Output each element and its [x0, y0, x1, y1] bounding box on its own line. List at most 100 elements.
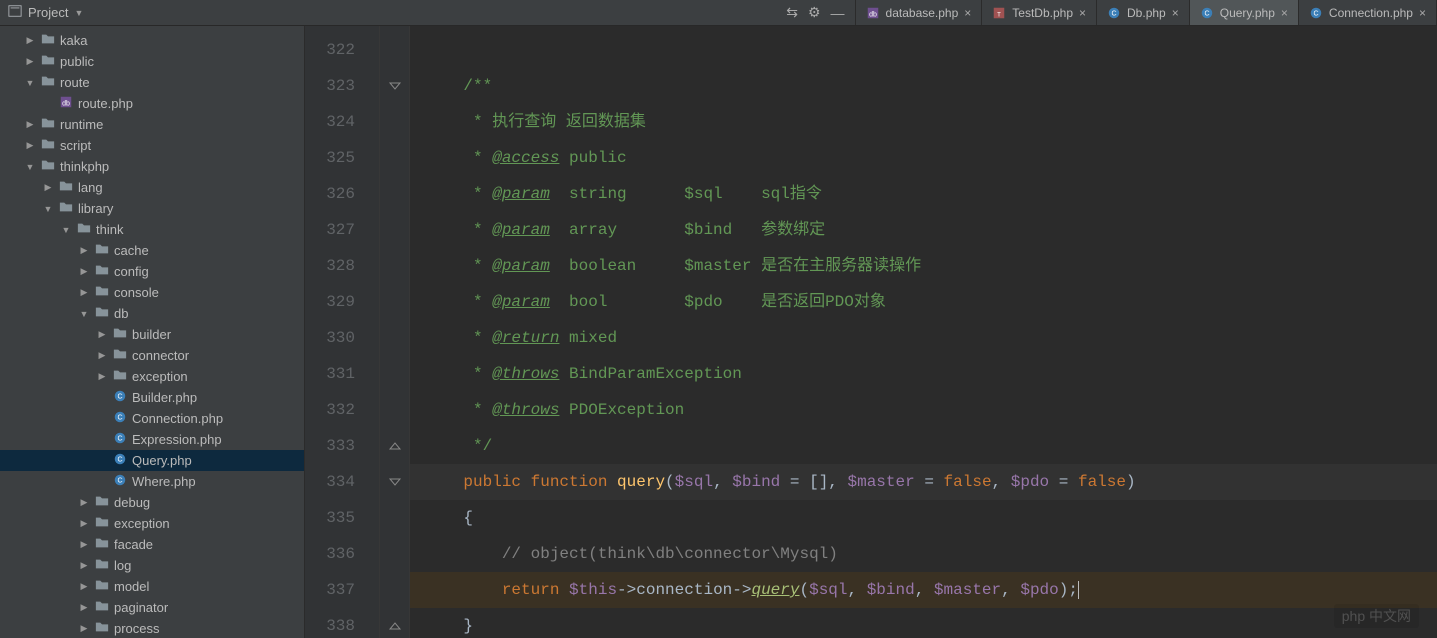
tree-folder[interactable]: ▶exception	[0, 366, 304, 387]
expand-arrow-icon[interactable]: ▶	[78, 623, 90, 634]
expand-arrow-icon[interactable]: ▶	[42, 182, 54, 193]
code-line[interactable]: * @access public	[410, 140, 1437, 176]
folder-icon	[94, 557, 110, 574]
code-line[interactable]: * @return mixed	[410, 320, 1437, 356]
tree-folder[interactable]: ▼think	[0, 219, 304, 240]
code-line[interactable]: // object(think\db\connector\Mysql)	[410, 536, 1437, 572]
code-line[interactable]: {	[410, 500, 1437, 536]
folder-icon	[94, 536, 110, 553]
code-line[interactable]: * @param array $bind 参数绑定	[410, 212, 1437, 248]
tree-folder[interactable]: ▶builder	[0, 324, 304, 345]
code-line[interactable]: */	[410, 428, 1437, 464]
expand-arrow-icon[interactable]: ▶	[78, 539, 90, 550]
code-line[interactable]: * @throws BindParamException	[410, 356, 1437, 392]
editor-tab[interactable]: CQuery.php×	[1190, 0, 1299, 25]
tree-folder[interactable]: ▶script	[0, 135, 304, 156]
collapse-icon[interactable]: ⇆	[786, 4, 798, 21]
tree-folder[interactable]: ▼route	[0, 72, 304, 93]
expand-arrow-icon[interactable]: ▼	[42, 204, 54, 214]
tree-folder[interactable]: ▶ public	[0, 51, 304, 72]
expand-arrow-icon[interactable]: ▼	[78, 309, 90, 319]
code-line[interactable]	[410, 32, 1437, 68]
expand-arrow-icon[interactable]: ▶	[96, 350, 108, 361]
minimize-icon[interactable]: —	[831, 5, 845, 21]
code-line[interactable]: public function query($sql, $bind = [], …	[410, 464, 1437, 500]
fold-marker[interactable]	[380, 464, 409, 500]
tree-file[interactable]: CQuery.php	[0, 450, 304, 471]
tree-folder[interactable]: ▶cache	[0, 240, 304, 261]
code-line[interactable]: * @param boolean $master 是否在主服务器读操作	[410, 248, 1437, 284]
expand-arrow-icon[interactable]: ▼	[24, 162, 36, 172]
close-icon[interactable]: ×	[1281, 6, 1288, 20]
tree-file[interactable]: CConnection.php	[0, 408, 304, 429]
gear-icon[interactable]: ⚙	[808, 4, 821, 21]
expand-arrow-icon[interactable]: ▶	[78, 245, 90, 256]
editor-tab[interactable]: CDb.php×	[1097, 0, 1190, 25]
tree-folder[interactable]: ▼thinkphp	[0, 156, 304, 177]
tree-label: lang	[78, 180, 103, 195]
expand-arrow-icon[interactable]: ▶	[24, 35, 36, 46]
code-line[interactable]: * 执行查询 返回数据集	[410, 104, 1437, 140]
close-icon[interactable]: ×	[1079, 6, 1086, 20]
tree-folder[interactable]: ▶ lang	[0, 177, 304, 198]
tree-folder[interactable]: ▶model	[0, 576, 304, 597]
code-line[interactable]: }	[410, 608, 1437, 638]
tree-folder[interactable]: ▶ process	[0, 618, 304, 638]
tree-folder[interactable]: ▶paginator	[0, 597, 304, 618]
tree-folder[interactable]: ▶log	[0, 555, 304, 576]
fold-gutter[interactable]	[380, 26, 410, 638]
folder-icon	[112, 347, 128, 364]
code-line[interactable]: * @throws PDOException	[410, 392, 1437, 428]
code-line[interactable]: return $this->connection->query($sql, $b…	[410, 572, 1437, 608]
code-line[interactable]: * @param bool $pdo 是否返回PDO对象	[410, 284, 1437, 320]
tree-folder[interactable]: ▶config	[0, 261, 304, 282]
fold-marker[interactable]	[380, 68, 409, 104]
close-icon[interactable]: ×	[964, 6, 971, 20]
expand-arrow-icon[interactable]: ▶	[78, 497, 90, 508]
tree-folder[interactable]: ▶runtime	[0, 114, 304, 135]
tree-folder[interactable]: ▶kaka	[0, 30, 304, 51]
expand-arrow-icon[interactable]: ▶	[78, 602, 90, 613]
editor-tab[interactable]: dbdatabase.php×	[856, 0, 983, 25]
expand-arrow-icon[interactable]: ▶	[24, 119, 36, 130]
expand-arrow-icon[interactable]: ▶	[96, 329, 108, 340]
expand-arrow-icon[interactable]: ▼	[24, 78, 36, 88]
expand-arrow-icon[interactable]: ▶	[24, 56, 36, 67]
editor-tab[interactable]: TTestDb.php×	[982, 0, 1097, 25]
fold-marker[interactable]	[380, 608, 409, 638]
tree-file[interactable]: dbroute.php	[0, 93, 304, 114]
tree-folder[interactable]: ▶connector	[0, 345, 304, 366]
expand-arrow-icon[interactable]: ▶	[24, 140, 36, 151]
editor-tab[interactable]: CConnection.php×	[1299, 0, 1437, 25]
file-icon: C	[112, 473, 128, 490]
expand-arrow-icon[interactable]: ▶	[78, 581, 90, 592]
tree-file[interactable]: CWhere.php	[0, 471, 304, 492]
expand-arrow-icon[interactable]: ▶	[78, 266, 90, 277]
tree-label: process	[114, 621, 160, 636]
code-area[interactable]: /** * 执行查询 返回数据集 * @access public * @par…	[410, 26, 1437, 638]
close-icon[interactable]: ×	[1172, 6, 1179, 20]
expand-arrow-icon[interactable]: ▼	[60, 225, 72, 235]
tree-folder[interactable]: ▼library	[0, 198, 304, 219]
fold-marker[interactable]	[380, 428, 409, 464]
tree-folder[interactable]: ▶exception	[0, 513, 304, 534]
tree-file[interactable]: CExpression.php	[0, 429, 304, 450]
tree-folder[interactable]: ▶facade	[0, 534, 304, 555]
expand-arrow-icon[interactable]: ▶	[78, 287, 90, 298]
tree-folder[interactable]: ▶console	[0, 282, 304, 303]
code-editor[interactable]: 3223233243253263273283293303313323333343…	[305, 26, 1437, 638]
code-line[interactable]: /**	[410, 68, 1437, 104]
tree-label: Connection.php	[132, 411, 223, 426]
tree-label: public	[60, 54, 94, 69]
tree-folder[interactable]: ▶debug	[0, 492, 304, 513]
tree-folder[interactable]: ▼db	[0, 303, 304, 324]
expand-arrow-icon[interactable]: ▶	[96, 371, 108, 382]
tree-file[interactable]: CBuilder.php	[0, 387, 304, 408]
close-icon[interactable]: ×	[1419, 6, 1426, 20]
project-tree[interactable]: ▶kaka▶public▼routedbroute.php▶runtime▶sc…	[0, 26, 305, 638]
expand-arrow-icon[interactable]: ▶	[78, 560, 90, 571]
code-line[interactable]: * @param string $sql sql指令	[410, 176, 1437, 212]
svg-text:C: C	[1111, 10, 1116, 17]
project-selector[interactable]: Project ▼	[0, 0, 91, 25]
expand-arrow-icon[interactable]: ▶	[78, 518, 90, 529]
